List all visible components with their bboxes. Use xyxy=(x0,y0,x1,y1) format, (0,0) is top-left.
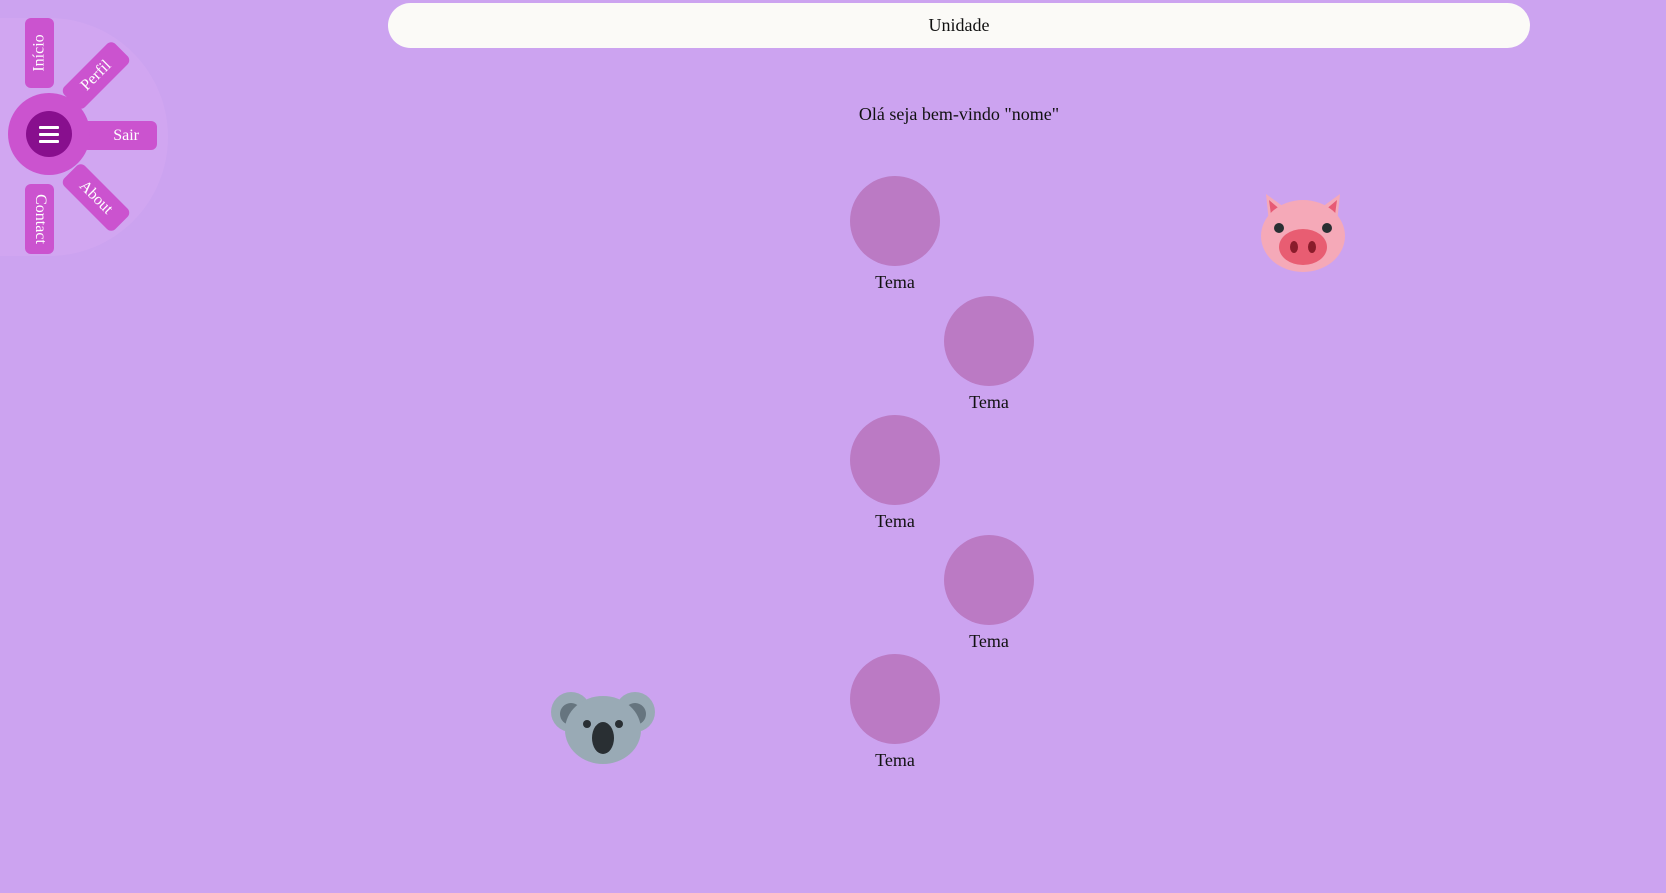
theme-node-label: Tema xyxy=(969,631,1009,651)
menu-item-sair[interactable]: Sair xyxy=(82,121,157,150)
theme-node-circle[interactable] xyxy=(850,654,940,744)
menu-item-label: Sair xyxy=(113,126,139,144)
theme-node[interactable]: Tema xyxy=(850,415,940,532)
menu-item-inicio[interactable]: Início xyxy=(25,18,54,88)
theme-node-circle[interactable] xyxy=(850,415,940,505)
welcome-message: Olá seja bem-vindo "nome" xyxy=(858,104,1060,124)
theme-node-label: Tema xyxy=(875,750,915,770)
header-title: Unidade xyxy=(928,15,990,35)
theme-node-circle[interactable] xyxy=(944,296,1034,386)
hamburger-icon xyxy=(39,125,59,143)
theme-node[interactable]: Tema xyxy=(944,296,1034,413)
theme-node-circle[interactable] xyxy=(850,176,940,266)
pig-face-icon xyxy=(1260,192,1346,274)
theme-node-circle[interactable] xyxy=(944,535,1034,625)
theme-node[interactable]: Tema xyxy=(850,176,940,293)
koala-icon xyxy=(551,686,655,766)
menu-item-label: Contact xyxy=(31,194,49,244)
theme-node-label: Tema xyxy=(969,392,1009,412)
menu-item-label: Início xyxy=(30,34,48,72)
theme-node-label: Tema xyxy=(875,272,915,292)
unit-header: Unidade xyxy=(388,3,1530,48)
theme-node[interactable]: Tema xyxy=(850,654,940,771)
theme-node[interactable]: Tema xyxy=(944,535,1034,652)
menu-item-contact[interactable]: Contact xyxy=(25,184,54,254)
theme-node-label: Tema xyxy=(875,511,915,531)
